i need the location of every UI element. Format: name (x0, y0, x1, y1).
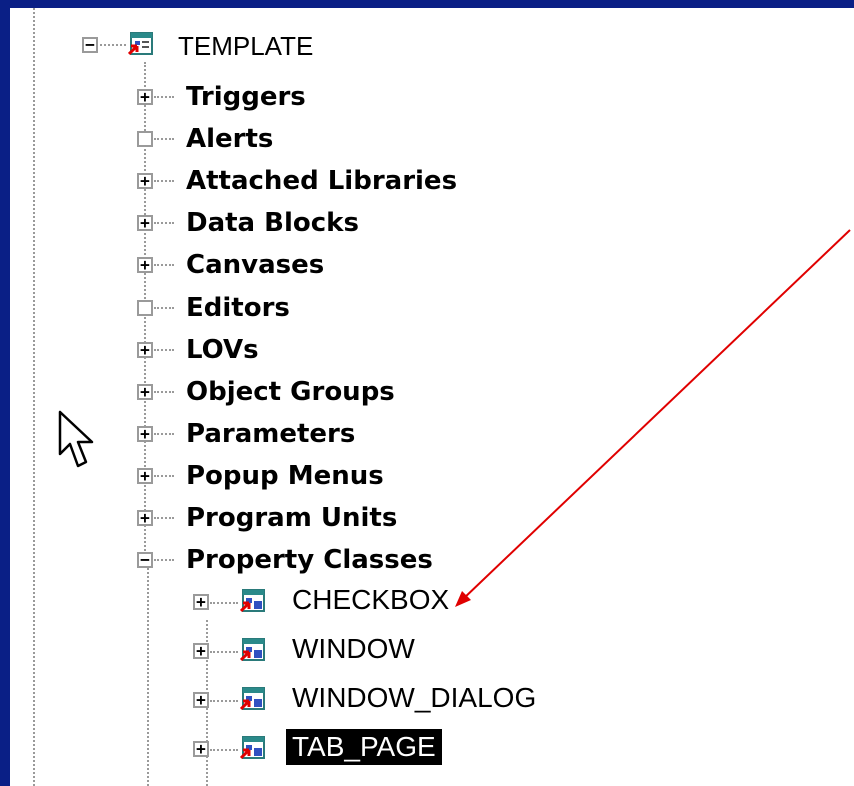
property-class-icon (240, 687, 265, 711)
property-class-label[interactable]: WINDOW_DIALOG (292, 680, 536, 716)
expand-toggle[interactable]: + (137, 468, 153, 484)
expand-toggle[interactable]: + (137, 173, 153, 189)
tree-root-label[interactable]: TEMPLATE (178, 29, 313, 63)
tree-connector (154, 264, 174, 266)
expand-toggle[interactable]: + (193, 741, 209, 757)
property-class-label[interactable]: WINDOW (292, 631, 415, 667)
tree-node-label[interactable]: Data Blocks (186, 206, 359, 240)
expand-toggle[interactable] (137, 300, 153, 316)
mouse-cursor-icon (58, 410, 94, 468)
property-class-label[interactable]: CHECKBOX (292, 582, 449, 618)
expand-toggle[interactable]: + (137, 215, 153, 231)
tree-connector (154, 96, 174, 98)
tree-node-label[interactable]: Parameters (186, 417, 355, 451)
tree-connector (154, 349, 174, 351)
property-class-icon (240, 736, 265, 760)
tree-connector (154, 138, 174, 140)
root-collapse-toggle[interactable]: − (82, 37, 98, 53)
tree-connector (210, 602, 238, 604)
tree-connector (210, 749, 238, 751)
tree-connector (154, 517, 174, 519)
expand-toggle[interactable]: + (193, 692, 209, 708)
tree-connector (154, 222, 174, 224)
object-navigator-panel: − TEMPLATE + Triggers Alerts + Attached Libr… (10, 8, 854, 786)
tree-node-label[interactable]: Alerts (186, 122, 273, 156)
tree-guide-left (33, 8, 35, 786)
tree-connector (154, 391, 174, 393)
expand-toggle[interactable]: − (137, 552, 153, 568)
root-connector (100, 44, 126, 46)
expand-toggle[interactable] (137, 131, 153, 147)
tree-node-label[interactable]: Popup Menus (186, 459, 384, 493)
tree-connector (210, 700, 238, 702)
tree-connector (154, 180, 174, 182)
tree-connector (154, 433, 174, 435)
tree-guide-property-classes (147, 556, 149, 786)
tree-node-label[interactable]: Program Units (186, 501, 397, 535)
expand-toggle[interactable]: + (137, 384, 153, 400)
property-class-icon (240, 589, 265, 613)
tree-connector (154, 475, 174, 477)
expand-toggle[interactable]: + (137, 89, 153, 105)
expand-toggle[interactable]: + (193, 594, 209, 610)
property-class-icon (240, 638, 265, 662)
expand-toggle[interactable]: + (137, 342, 153, 358)
expand-toggle[interactable]: + (137, 510, 153, 526)
expand-toggle[interactable]: + (137, 426, 153, 442)
tree-node-label[interactable]: Triggers (186, 80, 306, 114)
property-class-label-selected[interactable]: TAB_PAGE (286, 729, 442, 765)
form-module-icon (128, 32, 153, 56)
tree-node-label[interactable]: Property Classes (186, 543, 433, 577)
tree-connector (154, 559, 174, 561)
tree-node-label[interactable]: LOVs (186, 333, 259, 367)
expand-toggle[interactable]: + (137, 257, 153, 273)
tree-connector (154, 307, 174, 309)
tree-node-label[interactable]: Object Groups (186, 375, 395, 409)
tree-node-label[interactable]: Attached Libraries (186, 164, 457, 198)
expand-toggle[interactable]: + (193, 643, 209, 659)
tree-node-label[interactable]: Canvases (186, 248, 324, 282)
tree-node-label[interactable]: Editors (186, 291, 290, 325)
tree-connector (210, 651, 238, 653)
